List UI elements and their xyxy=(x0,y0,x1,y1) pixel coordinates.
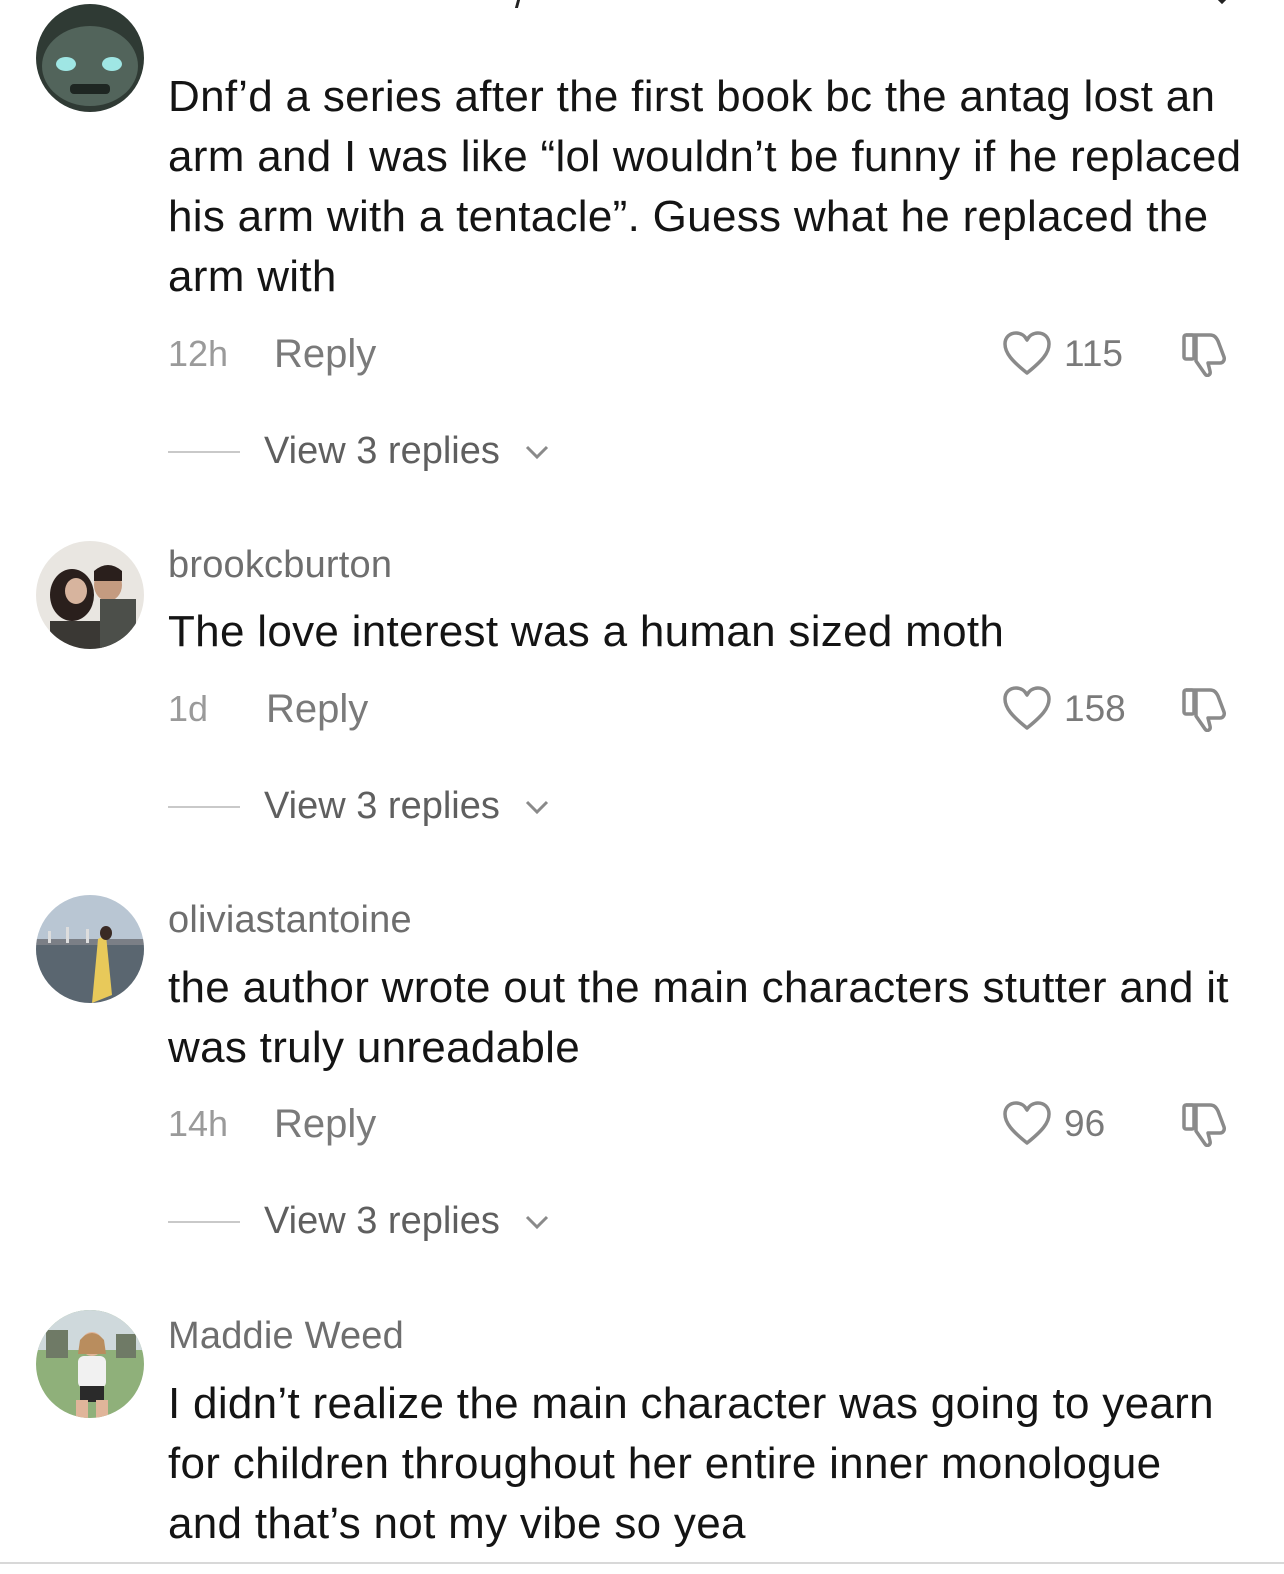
bottom-divider xyxy=(0,1562,1284,1564)
comment-text: The love interest was a human sized moth xyxy=(168,607,1005,656)
view-replies-button[interactable]: View 3 replies xyxy=(168,781,668,831)
top-edge xyxy=(0,0,1284,10)
like-count: 115 xyxy=(1064,333,1123,374)
comment-timestamp: 14h xyxy=(168,1103,229,1144)
chevron-down-icon xyxy=(525,445,549,460)
heart-icon xyxy=(1003,331,1051,375)
comment-text: the author wrote out the main characters… xyxy=(168,963,1229,1072)
close-icon[interactable] xyxy=(1210,0,1234,6)
reply-button[interactable]: Reply xyxy=(274,329,376,379)
view-replies-label: View 3 replies xyxy=(264,430,500,472)
thumbs-down-icon[interactable] xyxy=(1180,686,1230,732)
avatar[interactable] xyxy=(36,1310,144,1418)
heart-icon xyxy=(1003,686,1051,730)
avatar-image xyxy=(36,1310,144,1418)
cropped-glyph xyxy=(514,0,521,8)
comment-timestamp: 1d xyxy=(168,688,209,729)
avatar-image xyxy=(36,541,144,649)
avatar[interactable] xyxy=(36,4,144,112)
comment-meta: 1d Reply 158 xyxy=(168,684,1248,734)
comment-meta: 14h Reply 96 xyxy=(168,1099,1248,1149)
like-count: 158 xyxy=(1064,688,1126,729)
thumbs-down-icon[interactable] xyxy=(1180,331,1230,377)
divider xyxy=(168,451,240,453)
comment-text: I didn’t realize the main character was … xyxy=(168,1379,1214,1548)
comment-timestamp: 12h xyxy=(168,333,229,374)
avatar[interactable] xyxy=(36,895,144,1003)
divider xyxy=(168,806,240,808)
avatar[interactable] xyxy=(36,541,144,649)
view-replies-label: View 3 replies xyxy=(264,1200,500,1242)
comment-username[interactable]: Maddie Weed xyxy=(168,1314,404,1358)
divider xyxy=(168,1221,240,1223)
like-count: 96 xyxy=(1064,1103,1106,1144)
avatar-image xyxy=(36,4,144,112)
avatar-image xyxy=(36,895,144,1003)
comment-text: Dnf’d a series after the first book bc t… xyxy=(168,72,1242,301)
reply-button[interactable]: Reply xyxy=(266,684,368,734)
heart-icon xyxy=(1003,1101,1051,1145)
view-replies-button[interactable]: View 3 replies xyxy=(168,426,668,476)
comment-username[interactable]: oliviastantoine xyxy=(168,898,412,942)
view-replies-label: View 3 replies xyxy=(264,785,500,827)
thumbs-down-icon[interactable] xyxy=(1180,1101,1230,1147)
chevron-down-icon xyxy=(525,800,549,815)
reply-button[interactable]: Reply xyxy=(274,1099,376,1149)
chevron-down-icon xyxy=(525,1215,549,1230)
comment-username[interactable]: brookcburton xyxy=(168,543,392,587)
view-replies-button[interactable]: View 3 replies xyxy=(168,1196,668,1246)
comment-meta: 12h Reply 115 xyxy=(168,329,1248,379)
